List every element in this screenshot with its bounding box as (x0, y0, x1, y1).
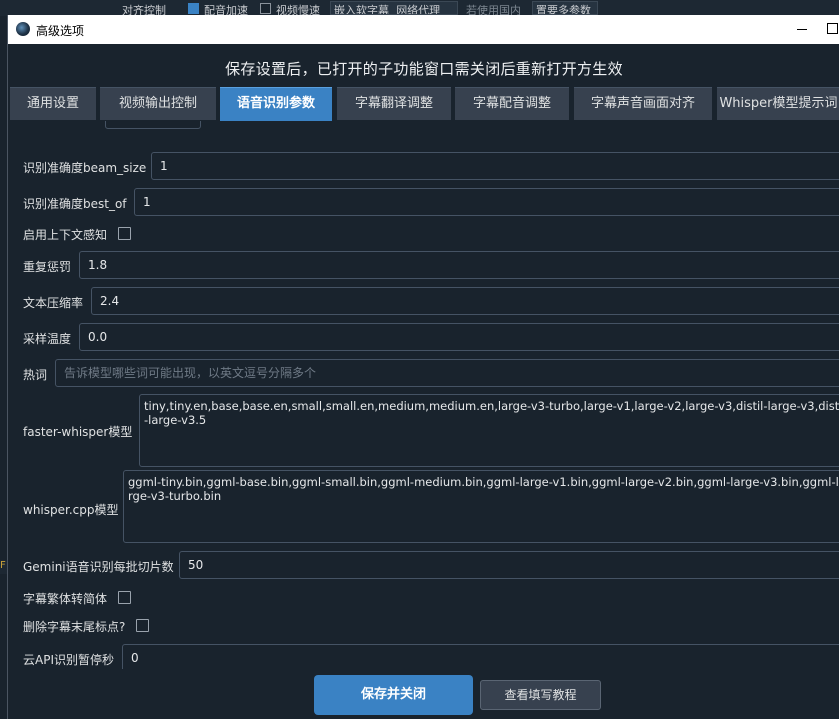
tab-whisper-prompt[interactable]: Whisper模型提示词 (717, 87, 839, 120)
temperature-label: 采样温度 (23, 332, 72, 346)
bg-label-speedup: 配音加速 (204, 4, 248, 16)
hotwords-label: 热词 (23, 368, 48, 382)
bg-field-subtitle: 嵌入软字幕 网络代理 (330, 1, 458, 15)
maximize-icon[interactable] (827, 21, 839, 34)
bg-checkbox-slow (260, 3, 271, 14)
bg-label-align: 对齐控制 (122, 4, 166, 16)
beam-size-input[interactable]: 1 (151, 152, 839, 180)
compression-ratio-label: 文本压缩率 (23, 296, 84, 310)
repetition-penalty-input[interactable]: 1.8 (79, 251, 839, 279)
tab-subtitle-alignment[interactable]: 字幕声音画面对齐 (574, 87, 712, 120)
traditional-simplified-checkbox[interactable] (118, 591, 131, 604)
context-label: 启用上下文感知 (23, 228, 108, 242)
title-bar: 高级选项 (8, 15, 839, 44)
tab-subtitle-translation[interactable]: 字幕翻译调整 (337, 87, 451, 120)
settings-notice: 保存设置后，已打开的子功能窗口需关闭后重新打开方生效 (225, 60, 623, 78)
temperature-input[interactable]: 0.0 (79, 323, 839, 351)
minimize-icon[interactable] (792, 19, 812, 39)
best-of-input[interactable]: 1 (134, 188, 839, 216)
compression-ratio-input[interactable]: 2.4 (91, 287, 839, 315)
hotwords-input[interactable]: 告诉模型哪些词可能出现，以英文逗号分隔多个 (55, 359, 839, 387)
window-title: 高级选项 (36, 24, 85, 38)
faster-whisper-label: faster-whisper模型 (23, 425, 133, 439)
context-checkbox[interactable] (118, 227, 131, 240)
gemini-batch-label: Gemini语音识别每批切片数 (23, 560, 174, 574)
bg-field-params: 置要多参数 (532, 1, 598, 15)
speech-recognition-panel: 识别准确度beam_size 1 识别准确度best_of 1 启用上下文感知 … (8, 121, 839, 669)
whisper-cpp-textarea[interactable]: ggml-tiny.bin,ggml-base.bin,ggml-small.b… (123, 470, 839, 543)
traditional-simplified-label: 字幕繁体转简体 (23, 592, 108, 606)
strip-punct-label: 删除字幕末尾标点? (23, 620, 126, 634)
gemini-batch-input[interactable]: 50 (179, 551, 839, 579)
bg-label-domestic: 若使用国内 (466, 4, 521, 16)
beam-size-label: 识别准确度beam_size (23, 161, 147, 175)
background-edge: F (0, 560, 7, 574)
tab-subtitle-dubbing[interactable]: 字幕配音调整 (455, 87, 569, 120)
bg-checkbox-speedup (188, 3, 199, 14)
save-and-close-button[interactable]: 保存并关闭 (314, 675, 473, 715)
faster-whisper-textarea[interactable]: tiny,tiny.en,base,base.en,small,small.en… (139, 394, 839, 467)
tab-video-output[interactable]: 视频输出控制 (100, 87, 216, 120)
bg-label-slow: 视频慢速 (276, 4, 320, 16)
tab-general[interactable]: 通用设置 (10, 87, 96, 120)
cloud-pause-input[interactable]: 0 (122, 644, 839, 669)
best-of-label: 识别准确度best_of (23, 197, 127, 211)
whisper-cpp-label: whisper.cpp模型 (23, 503, 119, 517)
clipped-field[interactable] (105, 121, 201, 129)
tab-speech-recognition[interactable]: 语音识别参数 (220, 87, 332, 122)
background-window-strip: 对齐控制 配音加速 视频慢速 嵌入软字幕 网络代理 若使用国内 置要多参数 (0, 0, 839, 16)
app-icon (16, 22, 30, 36)
repetition-penalty-label: 重复惩罚 (23, 260, 72, 274)
strip-punct-checkbox[interactable] (136, 619, 149, 632)
view-tutorial-button[interactable]: 查看填写教程 (480, 680, 601, 710)
cloud-pause-label: 云API识别暂停秒 (23, 653, 114, 667)
advanced-options-dialog: 高级选项 保存设置后，已打开的子功能窗口需关闭后重新打开方生效 通用设置 视频输… (7, 15, 839, 719)
tab-bar: 通用设置 视频输出控制 语音识别参数 字幕翻译调整 字幕配音调整 字幕声音画面对… (8, 87, 839, 122)
